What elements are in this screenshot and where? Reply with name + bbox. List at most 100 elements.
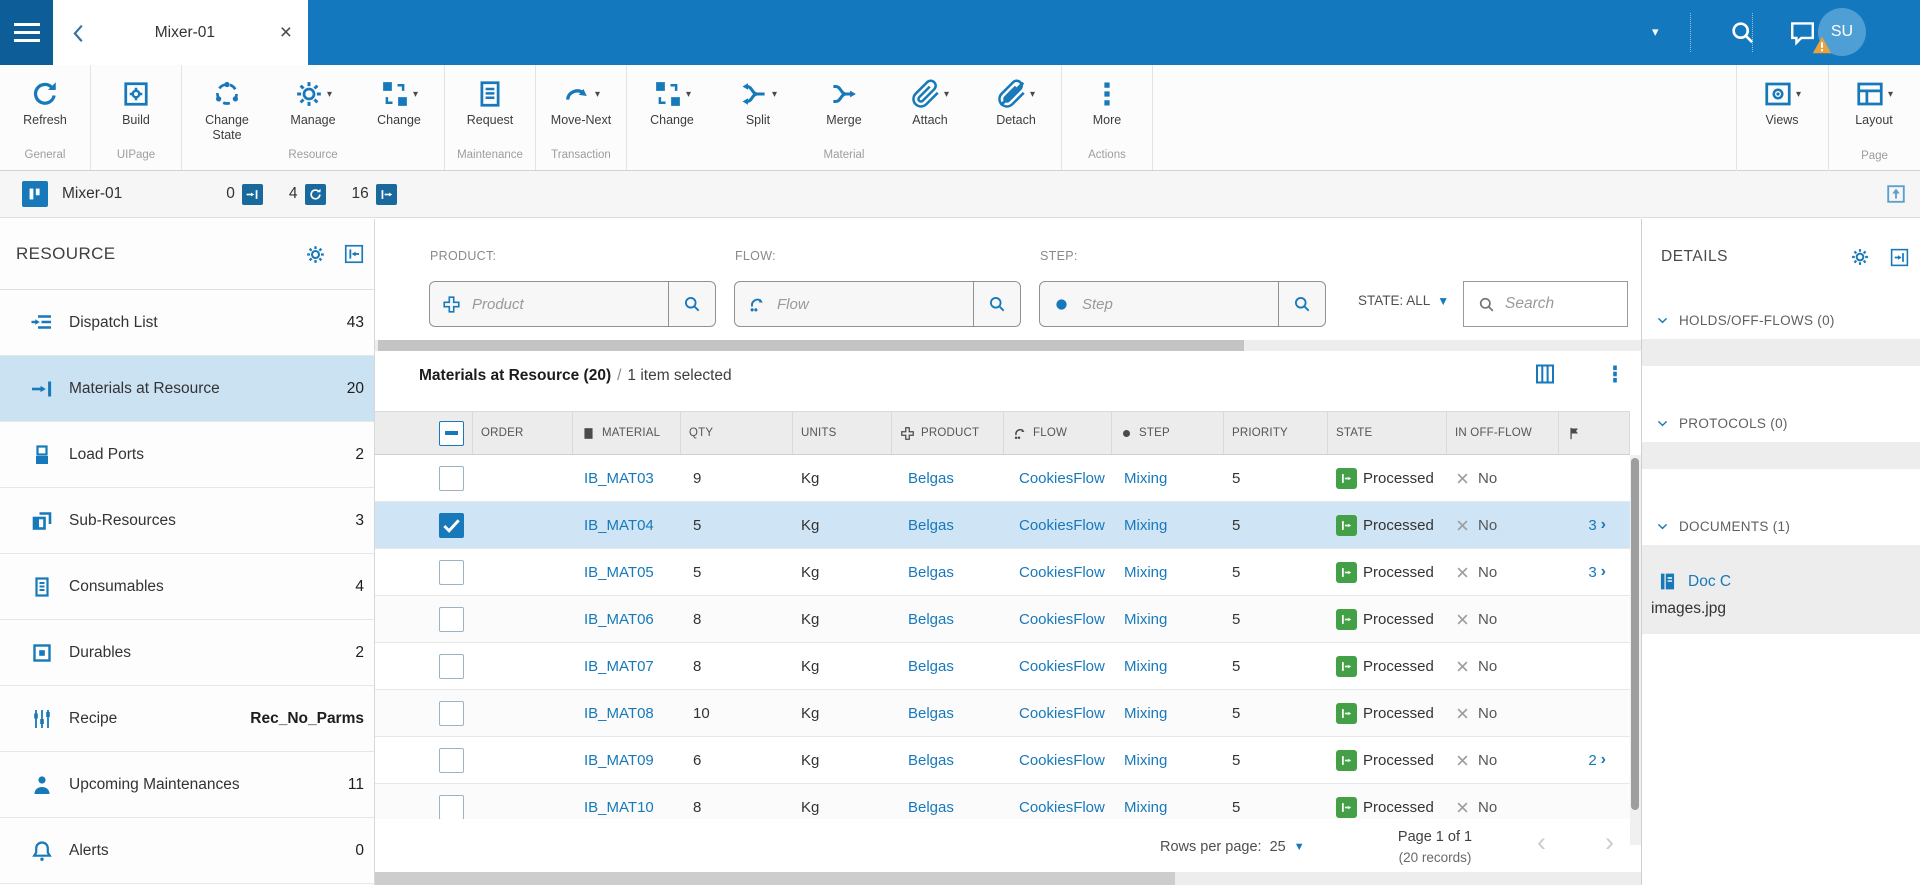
flow-link[interactable]: CookiesFlow <box>1019 752 1105 769</box>
document-name-link[interactable]: Doc C <box>1688 573 1731 591</box>
flow-link[interactable]: CookiesFlow <box>1019 564 1105 581</box>
sidebar-item-materials-at-resource[interactable]: Materials at Resource 20 <box>0 356 374 422</box>
docs-cell[interactable]: 2 › <box>1559 737 1630 783</box>
column-flag[interactable] <box>1559 412 1630 454</box>
flow-search-button[interactable] <box>973 282 1020 326</box>
product-link[interactable]: Belgas <box>908 470 954 487</box>
step-link[interactable]: Mixing <box>1124 752 1167 769</box>
product-filter-input[interactable]: Product <box>429 281 716 327</box>
flow-link[interactable]: CookiesFlow <box>1019 517 1105 534</box>
material-link[interactable]: IB_MAT09 <box>584 752 654 769</box>
filters-horizontal-scrollbar[interactable] <box>375 340 1641 351</box>
table-row[interactable]: IB_MAT03 9 Kg Belgas CookiesFlow Mixing 5 Proce… <box>375 455 1641 502</box>
product-link[interactable]: Belgas <box>908 611 954 628</box>
section-holds-off-flows[interactable]: HOLDS/OFF-FLOWS (0) <box>1642 301 1920 339</box>
sidebar-item-durables[interactable]: Durables 2 <box>0 620 374 686</box>
column-qty[interactable]: QTY <box>681 412 793 454</box>
row-checkbox[interactable] <box>439 559 464 585</box>
document-item[interactable]: Doc C <box>1642 571 1920 592</box>
flow-link[interactable]: CookiesFlow <box>1019 470 1105 487</box>
product-link[interactable]: Belgas <box>908 799 954 816</box>
table-row[interactable]: IB_MAT09 6 Kg Belgas CookiesFlow Mixing 5 Proce… <box>375 737 1641 784</box>
column-units[interactable]: UNITS <box>793 412 892 454</box>
views-button[interactable]: ▾ Views <box>1739 75 1825 128</box>
product-link[interactable]: Belgas <box>908 658 954 675</box>
flow-filter-input[interactable]: Flow <box>734 281 1021 327</box>
sidebar-item-alerts[interactable]: Alerts 0 <box>0 818 374 884</box>
column-step[interactable]: STEP <box>1112 412 1224 454</box>
step-link[interactable]: Mixing <box>1124 564 1167 581</box>
sidebar-collapse-icon[interactable] <box>343 243 365 265</box>
column-priority[interactable]: PRIORITY <box>1224 412 1328 454</box>
change-button[interactable]: ▾ Change <box>629 75 715 128</box>
sidebar-item-load-ports[interactable]: Load Ports 2 <box>0 422 374 488</box>
column-settings-icon[interactable] <box>1533 361 1557 387</box>
column-material[interactable]: MATERIAL <box>573 412 681 454</box>
tabs-dropdown-caret-icon[interactable]: ▾ <box>1652 24 1659 40</box>
split-button[interactable]: ▾ Split <box>715 75 801 128</box>
sidebar-item-dispatch-list[interactable]: Dispatch List 43 <box>0 290 374 356</box>
table-vertical-scrollbar[interactable] <box>1630 455 1641 845</box>
details-settings-gear-icon[interactable] <box>1850 247 1870 267</box>
material-link[interactable]: IB_MAT10 <box>584 799 654 816</box>
sidebar-item-upcoming-maintenances[interactable]: Upcoming Maintenances 11 <box>0 752 374 818</box>
row-checkbox[interactable] <box>439 747 464 773</box>
change-button[interactable]: ▾ Change <box>356 75 442 128</box>
table-search-input[interactable]: Search <box>1463 281 1628 327</box>
sidebar-settings-gear-icon[interactable] <box>305 244 326 265</box>
product-link[interactable]: Belgas <box>908 564 954 581</box>
row-checkbox[interactable] <box>439 794 464 819</box>
flow-link[interactable]: CookiesFlow <box>1019 658 1105 675</box>
step-link[interactable]: Mixing <box>1124 611 1167 628</box>
sidebar-item-recipe[interactable]: Recipe Rec_No_Parms <box>0 686 374 752</box>
details-collapse-icon[interactable] <box>1889 247 1910 268</box>
material-link[interactable]: IB_MAT03 <box>584 470 654 487</box>
column-state[interactable]: STATE <box>1328 412 1447 454</box>
layout-button[interactable]: ▾ Layout <box>1831 75 1917 128</box>
refresh-button[interactable]: Refresh <box>2 75 88 128</box>
flow-link[interactable]: CookiesFlow <box>1019 799 1105 816</box>
row-checkbox[interactable] <box>439 653 464 679</box>
row-checkbox[interactable] <box>439 606 464 632</box>
next-page-button[interactable]: › <box>1605 827 1614 858</box>
column-product[interactable]: PRODUCT <box>892 412 1004 454</box>
previous-page-button[interactable]: ‹ <box>1537 827 1546 858</box>
product-link[interactable]: Belgas <box>908 517 954 534</box>
column-flow[interactable]: FLOW <box>1004 412 1112 454</box>
sidebar-item-sub-resources[interactable]: Sub-Resources 3 <box>0 488 374 554</box>
step-link[interactable]: Mixing <box>1124 705 1167 722</box>
tab-back-icon[interactable] <box>68 22 90 44</box>
request-button[interactable]: Request <box>447 75 533 128</box>
hamburger-menu-button[interactable] <box>0 0 53 65</box>
table-row[interactable]: IB_MAT05 5 Kg Belgas CookiesFlow Mixing 5 Proce… <box>375 549 1641 596</box>
product-link[interactable]: Belgas <box>908 705 954 722</box>
attach-button[interactable]: ▾ Attach <box>887 75 973 128</box>
step-link[interactable]: Mixing <box>1124 470 1167 487</box>
step-link[interactable]: Mixing <box>1124 658 1167 675</box>
row-checkbox[interactable] <box>439 512 464 538</box>
material-link[interactable]: IB_MAT04 <box>584 517 654 534</box>
material-link[interactable]: IB_MAT05 <box>584 564 654 581</box>
product-search-button[interactable] <box>668 282 715 326</box>
table-row[interactable]: IB_MAT06 8 Kg Belgas CookiesFlow Mixing 5 Proce… <box>375 596 1641 643</box>
expand-icon[interactable] <box>1885 183 1907 205</box>
more-button[interactable]: More <box>1064 75 1150 128</box>
row-checkbox[interactable] <box>439 700 464 726</box>
change-state-button[interactable]: Change State <box>184 75 270 143</box>
step-link[interactable]: Mixing <box>1124 799 1167 816</box>
table-more-menu-icon[interactable] <box>1603 361 1627 387</box>
product-link[interactable]: Belgas <box>908 752 954 769</box>
table-horizontal-scrollbar[interactable] <box>375 872 1641 885</box>
active-tab[interactable]: Mixer-01 × <box>53 0 308 65</box>
select-all-checkbox[interactable] <box>439 420 464 446</box>
sidebar-item-consumables[interactable]: Consumables 4 <box>0 554 374 620</box>
table-row[interactable]: IB_MAT10 8 Kg Belgas CookiesFlow Mixing 5 Proce… <box>375 784 1641 819</box>
table-row[interactable]: IB_MAT08 10 Kg Belgas CookiesFlow Mixing 5 Proc… <box>375 690 1641 737</box>
section-protocols[interactable]: PROTOCOLS (0) <box>1642 404 1920 442</box>
manage-button[interactable]: ▾ Manage <box>270 75 356 128</box>
flow-link[interactable]: CookiesFlow <box>1019 705 1105 722</box>
detach-button[interactable]: ▾ Detach <box>973 75 1059 128</box>
material-link[interactable]: IB_MAT06 <box>584 611 654 628</box>
step-link[interactable]: Mixing <box>1124 517 1167 534</box>
column-in-off-flow[interactable]: IN OFF-FLOW <box>1447 412 1559 454</box>
